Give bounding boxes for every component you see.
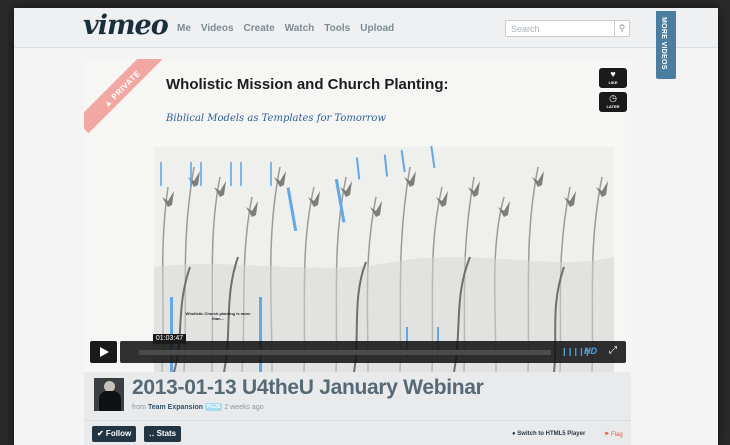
seek-bar[interactable] [139,350,551,355]
nav-item-me[interactable]: Me [177,23,191,34]
slide-title: Wholistic Mission and Church Planting: [166,76,449,93]
slide-subtitle: Biblical Models as Templates for Tomorro… [166,113,386,124]
prezi-frame [200,162,232,186]
nav-item-create[interactable]: Create [244,23,275,34]
later-label: LATER [606,104,620,109]
more-videos-label: MORE VIDEOS [660,17,667,70]
slide-note: Wholistic Church planting is more than..… [185,311,251,321]
more-videos-tab[interactable]: MORE VIDEOS [656,11,676,79]
from-label: from [132,404,146,411]
top-navigation-bar: vimeo Me Videos Create Watch Tools Uploa… [14,8,718,48]
video-title: 2013-01-13 U4theU January Webinar [132,376,484,399]
play-icon [100,347,109,357]
nav-item-tools[interactable]: Tools [324,23,350,34]
avatar[interactable] [94,378,124,411]
owner-link[interactable]: Team Expansion [148,404,203,411]
flag-link[interactable]: ⚑ Flag [604,431,623,438]
video-player[interactable]: ▲ PRIVATE Wholistic Mission and Church P… [84,59,631,372]
prezi-frame [400,145,436,173]
nav-item-watch[interactable]: Watch [285,23,315,34]
clock-icon: ◷ [609,93,617,103]
vimeo-logo[interactable]: vimeo [83,10,169,41]
nav-item-upload[interactable]: Upload [360,23,394,34]
search-placeholder: Search [511,24,540,34]
prezi-frame [286,178,346,232]
hd-toggle[interactable]: HD [584,346,597,356]
byline: from Team Expansion PLUS 2 weeks ago [132,403,264,411]
stats-button[interactable]: ‥ Stats [144,426,182,442]
private-ribbon: ▲ PRIVATE [84,59,167,134]
prezi-frame [160,162,192,186]
switch-player-link[interactable]: ● Switch to HTML5 Player [512,431,585,437]
timecode: 01:03:47 [153,334,186,344]
upload-age: 2 weeks ago [224,404,264,411]
main-nav: Me Videos Create Watch Tools Upload [177,23,394,34]
fullscreen-icon[interactable]: ⤢ [609,345,617,356]
search-icon[interactable]: ⚲ [614,21,629,36]
control-bar: 01:03:47 ❙❙❙❙❙ HD ⤢ [120,334,626,363]
private-label: ▲ PRIVATE [101,68,143,110]
video-info: 2013-01-13 U4theU January Webinar from T… [84,372,631,420]
follow-button[interactable]: ✔ Follow [92,426,137,442]
prezi-frame [240,162,272,186]
search-input[interactable]: Search ⚲ [505,20,630,37]
player-controls: 01:03:47 ❙❙❙❙❙ HD ⤢ [90,334,626,363]
plus-badge: PLUS [205,403,223,411]
actions-bar: ✔ Follow ‥ Stats ● Switch to HTML5 Playe… [84,420,631,445]
watch-later-button[interactable]: ◷ LATER [599,92,627,112]
nav-item-videos[interactable]: Videos [201,23,234,34]
play-button[interactable] [90,341,117,363]
page: vimeo Me Videos Create Watch Tools Uploa… [14,8,718,445]
prezi-frame [355,154,389,180]
like-button[interactable]: ♥ LIKE [599,68,627,88]
heart-icon: ♥ [610,69,616,79]
like-label: LIKE [608,80,618,85]
